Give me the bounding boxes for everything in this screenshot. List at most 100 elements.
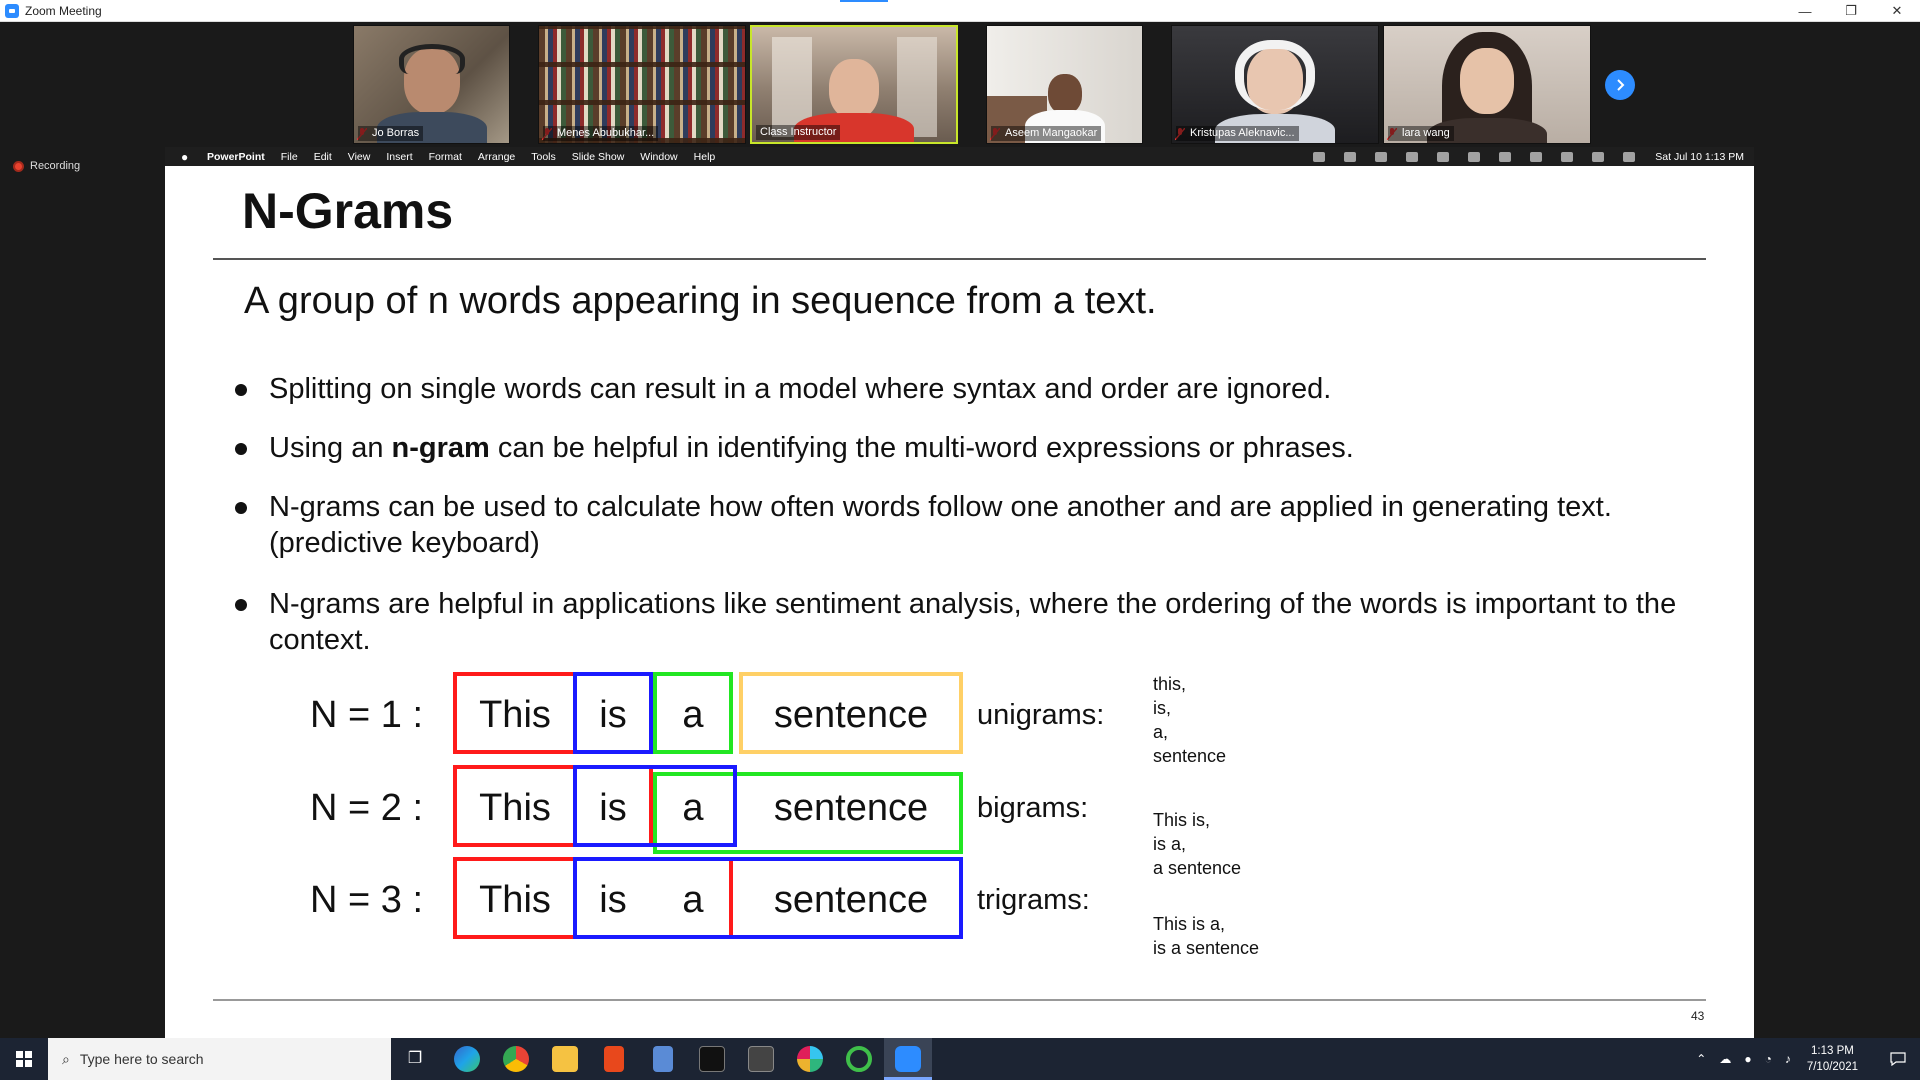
file-explorer-icon[interactable] bbox=[552, 1046, 578, 1072]
ngram-label: N = 1 : bbox=[310, 694, 423, 736]
volume-icon[interactable]: ♪ bbox=[1785, 1052, 1791, 1066]
token-word: This bbox=[479, 879, 551, 921]
footer-divider bbox=[213, 999, 1706, 1001]
network-icon[interactable]: ◔ bbox=[1765, 1052, 1772, 1066]
menu-view: View bbox=[347, 150, 371, 163]
participant-tile-aseem[interactable]: Aseem Mangaokar bbox=[986, 25, 1143, 144]
microphone-icon[interactable]: ● bbox=[1744, 1052, 1751, 1066]
wifi-icon bbox=[1530, 151, 1543, 162]
terminal-icon[interactable] bbox=[699, 1046, 725, 1072]
menu-tools: Tools bbox=[531, 150, 556, 163]
mac-status-icons: Sat Jul 10 1:13 PM bbox=[1294, 147, 1744, 166]
clock-date: 7/10/2021 bbox=[1806, 1061, 1858, 1073]
bullet-text: Splitting on single words can result in … bbox=[269, 373, 1332, 405]
slide-subtitle: A group of n words appearing in sequence… bbox=[244, 280, 1157, 322]
ngram-item: this, bbox=[1153, 674, 1187, 694]
bullet-text: can be helpful in identifying the multi-… bbox=[489, 432, 1354, 464]
participant-tile-kristupas[interactable]: Kristupas Aleknavic... bbox=[1171, 25, 1379, 144]
onedrive-icon[interactable]: ☁ bbox=[1719, 1052, 1731, 1066]
windows-taskbar: ⌕ Type here to search bbox=[0, 1038, 1920, 1080]
menu-window: Window bbox=[640, 150, 678, 163]
bullet-dot bbox=[235, 502, 247, 514]
status-icon bbox=[1406, 151, 1419, 162]
calculator-icon[interactable] bbox=[653, 1046, 673, 1072]
battery-icon bbox=[1499, 151, 1512, 162]
chrome-icon[interactable] bbox=[503, 1046, 529, 1072]
recording-indicator[interactable]: Recording bbox=[13, 160, 80, 172]
token-word: sentence bbox=[773, 694, 929, 736]
recording-label: Recording bbox=[30, 160, 81, 172]
slide-page-number: 43 bbox=[1691, 1009, 1705, 1023]
search-icon bbox=[1561, 151, 1574, 162]
participant-tile-jo-borras[interactable]: Jo Borras bbox=[353, 25, 510, 144]
token-word: sentence bbox=[773, 879, 929, 921]
taskbar-search-box[interactable]: ⌕ Type here to search bbox=[48, 1038, 391, 1080]
title-divider bbox=[213, 258, 1706, 260]
notification-icon bbox=[1890, 1052, 1906, 1066]
notification-button[interactable] bbox=[1876, 1038, 1920, 1080]
office-icon[interactable] bbox=[604, 1046, 624, 1072]
ngram-item: is, bbox=[1153, 698, 1171, 718]
shared-mac-menubar: ● PowerPoint File Edit View Insert Forma… bbox=[165, 147, 1754, 166]
zoom-icon[interactable] bbox=[895, 1046, 921, 1072]
participant-tile-menes[interactable]: Menes Abubukhar... bbox=[538, 25, 746, 144]
participant-tile-lara-wang[interactable]: lara wang bbox=[1383, 25, 1591, 144]
ngram-label: N = 3 : bbox=[310, 879, 423, 921]
edge-icon[interactable] bbox=[454, 1046, 480, 1072]
participant-name: Kristupas Aleknavic... bbox=[1176, 126, 1299, 141]
clock-time: 1:13 PM bbox=[1811, 1045, 1854, 1057]
token-word: a bbox=[682, 694, 704, 736]
bullet-text: N-grams can be used to calculate how oft… bbox=[269, 491, 1612, 559]
ngram-list: This is, is a, a sentence bbox=[1153, 808, 1241, 880]
token-word: This bbox=[479, 787, 551, 829]
start-button[interactable] bbox=[0, 1038, 48, 1080]
close-button[interactable]: ✕ bbox=[1874, 0, 1920, 22]
menu-format: Format bbox=[428, 150, 462, 163]
participant-name: Class Instructor bbox=[756, 125, 841, 140]
restore-button[interactable]: ❐ bbox=[1828, 0, 1874, 22]
participant-name: lara wang bbox=[1388, 126, 1454, 141]
task-view-icon[interactable]: ❐ bbox=[402, 1046, 428, 1072]
ngram-item: sentence bbox=[1153, 746, 1227, 766]
ngram-item: a sentence bbox=[1153, 858, 1242, 878]
view-indicator bbox=[840, 0, 888, 2]
search-placeholder: Type here to search bbox=[79, 1051, 204, 1067]
token-word: is bbox=[599, 787, 627, 829]
bullet-dot bbox=[235, 443, 247, 455]
bullet-dot bbox=[235, 599, 247, 611]
status-icon bbox=[1313, 151, 1326, 162]
ngram-item: This is, bbox=[1153, 810, 1211, 830]
ngram-kind: unigrams: bbox=[977, 699, 1105, 731]
menu-insert: Insert bbox=[386, 150, 413, 163]
chevron-up-icon[interactable]: ⌃ bbox=[1696, 1052, 1706, 1066]
window-title: Zoom Meeting bbox=[25, 3, 102, 18]
volume-icon bbox=[1437, 151, 1450, 162]
ngram-label: N = 2 : bbox=[310, 787, 423, 829]
minimize-button[interactable]: — bbox=[1782, 0, 1828, 22]
bullet-dot bbox=[235, 384, 247, 396]
menu-slide-show: Slide Show bbox=[571, 150, 625, 163]
ngram-item: a, bbox=[1153, 722, 1169, 742]
slack-icon[interactable] bbox=[797, 1046, 823, 1072]
dropbox-icon bbox=[1375, 151, 1388, 162]
bullet-item: Splitting on single words can result in … bbox=[235, 371, 1689, 407]
next-page-button[interactable] bbox=[1605, 70, 1635, 100]
slide-title: N-Grams bbox=[242, 183, 454, 239]
ngram-item: This is a, bbox=[1153, 914, 1226, 934]
windows-icon bbox=[16, 1051, 32, 1067]
app-window-icon[interactable] bbox=[748, 1046, 774, 1072]
ngram-kind: trigrams: bbox=[977, 884, 1090, 916]
bullet-bold-text: n-gram bbox=[391, 432, 490, 464]
bluetooth-icon bbox=[1468, 151, 1481, 162]
menu-edit: Edit bbox=[313, 150, 332, 163]
menu-app-name: PowerPoint bbox=[207, 150, 265, 163]
token-word: This bbox=[479, 694, 551, 736]
app-ring-icon[interactable] bbox=[846, 1046, 872, 1072]
status-icon bbox=[1344, 151, 1357, 162]
search-icon: ⌕ bbox=[62, 1050, 70, 1067]
ngram-item: is a sentence bbox=[1153, 938, 1260, 958]
record-icon bbox=[13, 160, 24, 172]
zoom-title-bar: Zoom Meeting — ❐ ✕ bbox=[0, 0, 1920, 22]
taskbar-clock[interactable]: 1:13 PM 7/10/2021 bbox=[1807, 1043, 1858, 1075]
participant-tile-class-instructor[interactable]: Class Instructor bbox=[750, 25, 958, 144]
